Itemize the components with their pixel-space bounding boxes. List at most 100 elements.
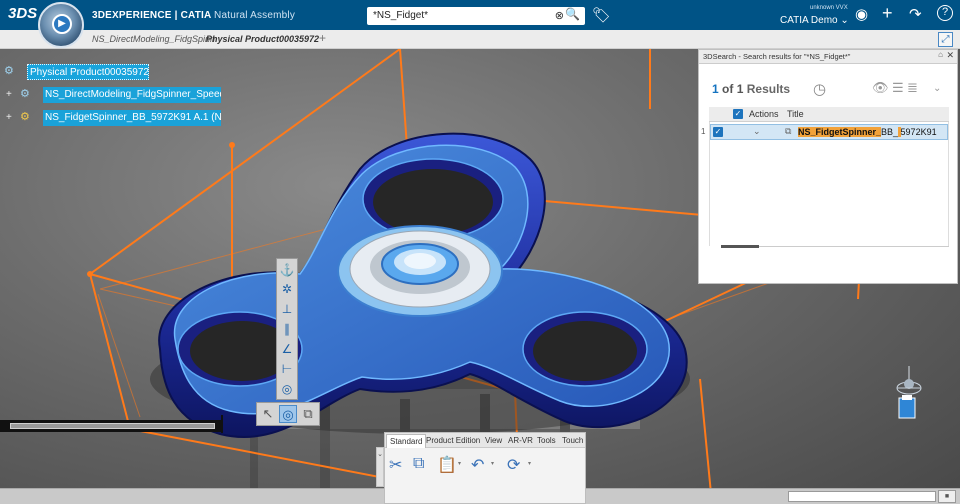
eye-icon[interactable]: 👁 <box>872 80 889 96</box>
tab-touch[interactable]: Touch <box>562 436 583 445</box>
tab-product-edition[interactable]: Product Edition <box>426 436 480 445</box>
product-icon: ⚙ <box>4 65 14 77</box>
results-total: 1 <box>736 82 744 96</box>
top-bar: 3DS ▶ 3DEXPERIENCE | CATIA Natural Assem… <box>0 0 960 48</box>
app-title-main: 3DEXPERIENCE | CATIA <box>92 10 212 21</box>
row-title[interactable]: NS_FidgetSpinner_BB_ 5972K91 <box>798 127 937 137</box>
tree-node-directmodeling[interactable]: + ⚙ NS_DirectModeling_FidgSpinner_Speed <box>0 87 222 103</box>
update-icon[interactable]: ⟳ <box>507 455 520 475</box>
row-number: 1 <box>701 127 706 136</box>
fullscreen-icon[interactable]: ⤢ <box>938 32 953 47</box>
tab-physical-product[interactable]: Physical Product00035972 <box>206 34 319 44</box>
table-row[interactable]: 1 ✓ ⌄ ⧉ NS_FidgetSpinner_BB_ 5972K91 <box>701 124 948 140</box>
assembly-icon[interactable]: ⧉ <box>299 405 317 423</box>
expand-icon[interactable]: + <box>6 89 12 100</box>
help-icon[interactable]: ? <box>937 5 953 21</box>
compass-widget[interactable]: ▶ <box>38 2 84 48</box>
constraint-icon[interactable]: ◎ <box>279 405 297 423</box>
results-of: of <box>722 82 734 96</box>
row-checkbox[interactable]: ✓ <box>713 127 723 137</box>
search-value[interactable]: *NS_Fidget* <box>373 10 428 21</box>
action-bar-tabs: Standard Product Edition View AR-VR Tool… <box>385 433 585 448</box>
select-all-checkbox[interactable]: ✓ <box>733 109 743 119</box>
horizontal-scrollbar[interactable] <box>721 245 759 248</box>
expand-icon[interactable]: + <box>6 112 12 123</box>
user-id: unknown VVX <box>810 5 848 11</box>
list-view-icon[interactable]: ≣ <box>907 80 918 96</box>
ds-logo-icon[interactable]: 3DS <box>8 5 37 22</box>
wireframe-handle[interactable] <box>229 142 235 148</box>
user-menu[interactable]: CATIA Demo ⌄ <box>780 15 849 26</box>
update-caret-icon[interactable]: ▾ <box>528 460 531 467</box>
search-results-panel: 3DSearch - Search results for "*NS_Fidge… <box>698 49 958 284</box>
coincidence-icon[interactable]: ⊥ <box>279 301 295 317</box>
app-title: 3DEXPERIENCE | CATIA Natural Assembly <box>92 10 295 21</box>
parallel-icon[interactable]: ∥ <box>279 321 295 337</box>
undo-caret-icon[interactable]: ▾ <box>491 460 494 467</box>
undo-icon[interactable]: ↶ <box>471 455 484 475</box>
results-table-header: ✓ Actions Title <box>709 107 949 122</box>
filter-icon[interactable]: ☰ <box>892 80 904 96</box>
column-actions[interactable]: Actions <box>749 109 779 119</box>
select-arrow-icon[interactable]: ↖ <box>259 405 277 423</box>
tab-ar-vr[interactable]: AR-VR <box>508 436 533 445</box>
title-part: 5972K91 <box>900 127 937 137</box>
tab-tools[interactable]: Tools <box>537 436 556 445</box>
add-tab-icon[interactable]: + <box>319 31 326 45</box>
scrollbar-thumb[interactable] <box>10 423 215 429</box>
share-icon[interactable]: ↷ <box>909 5 922 23</box>
title-part: BB_ <box>881 127 899 137</box>
title-match: NS_FidgetSpinner_ <box>798 127 882 137</box>
copy-icon[interactable]: ⧉ <box>413 455 424 473</box>
history-icon[interactable]: ◷ <box>813 80 826 98</box>
cut-icon[interactable]: ✂ <box>389 455 402 475</box>
results-current: 1 <box>712 82 719 96</box>
panel-header: 3DSearch - Search results for "*NS_Fidge… <box>699 50 957 64</box>
tab-view[interactable]: View <box>485 436 502 445</box>
command-input[interactable] <box>788 491 936 502</box>
wireframe-handle[interactable] <box>87 271 93 277</box>
tree-node-label[interactable]: NS_DirectModeling_FidgSpinner_Speed <box>43 87 221 103</box>
clear-search-icon[interactable]: ⊗ <box>555 9 564 22</box>
angle-icon[interactable]: ∠ <box>279 341 295 357</box>
plus-icon[interactable]: + <box>882 3 893 24</box>
tree-node-label[interactable]: Physical Product00035972 <box>27 64 149 80</box>
product-icon: ⚙ <box>20 111 30 123</box>
robot-manipulator-icon[interactable] <box>893 362 925 420</box>
tab-standard[interactable]: Standard <box>386 434 427 448</box>
chevron-down-icon[interactable]: ⌄ <box>933 83 941 94</box>
chevron-down-icon[interactable]: ⌄ <box>753 126 761 137</box>
paste-icon[interactable]: 📋 <box>437 455 457 475</box>
contact-icon[interactable]: ◎ <box>279 381 295 397</box>
tag-icon[interactable]: 🏷 <box>592 6 611 24</box>
left-scrollbar[interactable] <box>0 420 222 432</box>
product-icon: ⧉ <box>785 126 792 136</box>
tree-node-fidgetspinner[interactable]: + ⚙ NS_FidgetSpinner_BB_5972K91 A.1 (NS <box>0 110 222 126</box>
paste-caret-icon[interactable]: ▾ <box>458 460 461 467</box>
results-label: Results <box>746 82 791 96</box>
pin-icon[interactable]: ⌂ <box>938 50 943 59</box>
ribbon-collapse-icon[interactable]: ⌄ <box>376 447 384 487</box>
search-icon[interactable]: 🔍 <box>565 7 580 21</box>
results-count: 1 of 1 Results <box>712 82 790 96</box>
tree-node-label[interactable]: NS_FidgetSpinner_BB_5972K91 A.1 (NS <box>43 110 221 126</box>
tab-directmodeling[interactable]: NS_DirectModeling_FidgSpinn <box>92 34 215 44</box>
fix-icon[interactable]: ✲ <box>279 281 295 297</box>
selection-toolbar: ↖ ◎ ⧉ <box>256 402 320 426</box>
tree-node-root[interactable]: ⚙ Physical Product00035972 <box>0 64 160 80</box>
results-table: 1 ✓ ⌄ ⧉ NS_FidgetSpinner_BB_ 5972K91 <box>701 122 949 246</box>
panel-title: 3DSearch - Search results for "*NS_Fidge… <box>703 52 851 61</box>
play-icon[interactable]: ▶ <box>52 14 72 34</box>
part-icon: ⚙ <box>20 88 30 100</box>
anchor-icon[interactable]: ⚓ <box>279 262 295 278</box>
close-icon[interactable]: ✕ <box>946 50 954 61</box>
user-icon[interactable]: ◉ <box>855 5 868 23</box>
tab-bar: NS_DirectModeling_FidgSpinn Physical Pro… <box>0 30 960 49</box>
action-bar: Standard Product Edition View AR-VR Tool… <box>384 432 586 504</box>
constraint-toolbar: ⚓ ✲ ⊥ ∥ ∠ ⊢ ◎ <box>276 258 298 400</box>
search-input[interactable]: *NS_Fidget* ⊗ 🔍 <box>367 7 585 25</box>
app-title-sub: Natural Assembly <box>214 10 296 21</box>
column-title[interactable]: Title <box>787 109 804 119</box>
offset-icon[interactable]: ⊢ <box>279 361 295 377</box>
command-button[interactable]: ■ <box>938 490 956 503</box>
